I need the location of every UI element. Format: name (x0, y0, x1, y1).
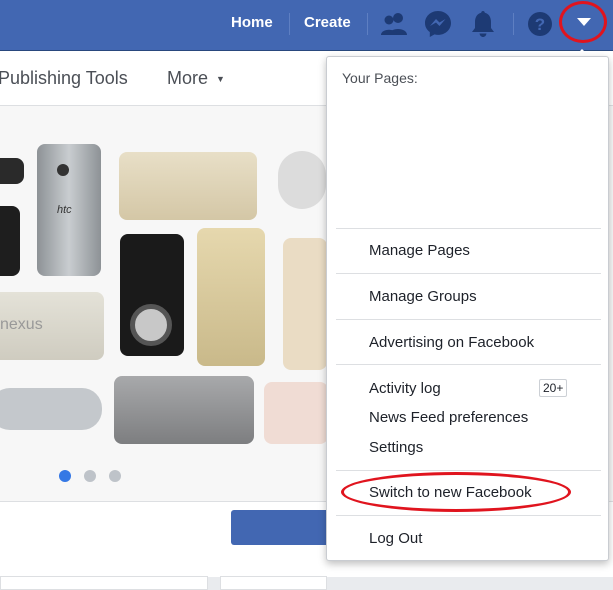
menu-divider (336, 228, 601, 229)
activity-count-badge: 20+ (539, 379, 568, 397)
htc-phone-image: htc (37, 144, 101, 276)
menu-divider (336, 470, 601, 471)
highlight-circle-annotation (559, 1, 607, 43)
menu-item-log-out[interactable]: Log Out (369, 530, 422, 547)
content-card (0, 576, 208, 590)
menu-divider (336, 364, 601, 365)
device-image (197, 228, 265, 366)
device-image (0, 388, 102, 430)
carousel-dot[interactable] (109, 470, 121, 482)
primary-action-button[interactable] (231, 510, 341, 545)
menu-item-settings[interactable]: Settings (369, 439, 423, 456)
carousel-dot[interactable] (84, 470, 96, 482)
home-link[interactable]: Home (231, 14, 273, 31)
carousel-dot-active[interactable] (59, 470, 71, 482)
menu-item-manage-groups[interactable]: Manage Groups (369, 288, 477, 305)
camera-phone-image (120, 234, 184, 356)
menu-item-manage-pages[interactable]: Manage Pages (369, 242, 470, 259)
device-image (119, 152, 257, 220)
menu-item-news-feed-preferences[interactable]: News Feed preferences (369, 409, 528, 426)
your-pages-heading: Your Pages: (342, 70, 418, 86)
device-image (283, 238, 327, 370)
tab-publishing-tools[interactable]: Publishing Tools (0, 68, 128, 89)
nav-divider (289, 13, 290, 35)
menu-divider (336, 273, 601, 274)
messenger-icon[interactable] (424, 9, 452, 39)
chevron-down-icon: ▼ (216, 74, 225, 84)
device-image (0, 206, 20, 276)
menu-divider (336, 319, 601, 320)
asus-phone-image (114, 376, 254, 444)
notifications-icon[interactable] (469, 9, 497, 39)
nav-divider (367, 13, 368, 35)
friends-icon[interactable] (379, 9, 409, 39)
nav-divider (513, 13, 514, 35)
content-card (220, 576, 327, 590)
create-link[interactable]: Create (304, 14, 351, 31)
highlight-oval-annotation (341, 472, 571, 512)
nexus-phone-image: nexus (0, 292, 104, 360)
device-image (264, 382, 328, 444)
menu-divider (336, 515, 601, 516)
help-icon[interactable]: ? (526, 9, 554, 39)
svg-text:?: ? (535, 15, 545, 34)
menu-item-activity-log[interactable]: Activity log (369, 380, 441, 397)
top-navigation-bar: Home Create ? (0, 0, 613, 51)
menu-item-advertising[interactable]: Advertising on Facebook (369, 334, 534, 351)
device-image (278, 151, 326, 209)
device-image (0, 158, 24, 184)
tab-more[interactable]: More (167, 68, 208, 89)
